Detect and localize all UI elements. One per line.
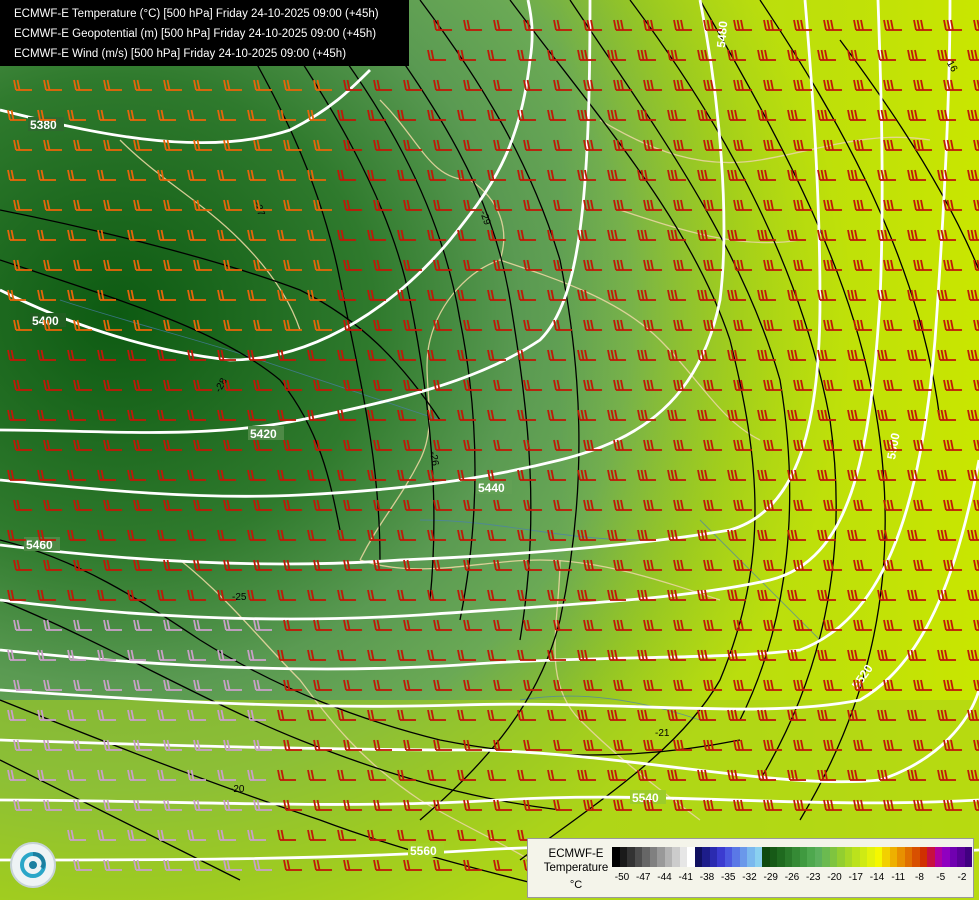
legend-tick-label: -8 bbox=[915, 872, 924, 883]
legend-swatch bbox=[657, 847, 665, 867]
legend-swatch bbox=[619, 847, 627, 867]
legend-swatch bbox=[642, 847, 650, 867]
legend-swatch bbox=[724, 847, 732, 867]
legend-swatch bbox=[717, 847, 725, 867]
legend-swatch bbox=[874, 847, 882, 867]
legend-swatch bbox=[754, 847, 762, 867]
legend-ticks: -50 -47 -44 -41 -38 -35 -32 -29 -26 -23 -20 -17 -14-… bbox=[612, 872, 972, 886]
legend-tick-label: -41 bbox=[678, 872, 693, 883]
legend-swatch bbox=[627, 847, 635, 867]
brand-logo bbox=[10, 842, 56, 888]
legend-swatch bbox=[927, 847, 935, 867]
legend-color-bar bbox=[612, 847, 972, 867]
title-temperature: ECMWF-E Temperature (°C) [500 hPa] Frida… bbox=[14, 8, 379, 20]
legend-swatch bbox=[739, 847, 747, 867]
legend-swatch bbox=[964, 847, 972, 867]
legend-swatch bbox=[762, 847, 770, 867]
legend-swatch bbox=[919, 847, 927, 867]
legend-tick-label: -50 bbox=[614, 872, 630, 883]
legend-swatch bbox=[934, 847, 942, 867]
legend-swatch bbox=[822, 847, 830, 867]
legend-swatch bbox=[814, 847, 822, 867]
legend-title: ECMWF-E Temperature bbox=[536, 847, 616, 875]
legend-swatch bbox=[859, 847, 867, 867]
legend-swatch bbox=[769, 847, 777, 867]
legend-tick-label: -5 bbox=[936, 872, 946, 883]
geopotential-label-5480: 5480 bbox=[714, 20, 730, 48]
legend-swatch bbox=[912, 847, 920, 867]
legend-model: ECMWF-E bbox=[548, 848, 604, 860]
legend-swatch bbox=[694, 847, 702, 867]
temperature-label-6: -21 bbox=[655, 728, 670, 739]
legend-swatch bbox=[634, 847, 642, 867]
legend-swatch bbox=[844, 847, 852, 867]
legend-tick-label: -11 bbox=[891, 872, 906, 883]
legend-swatch bbox=[897, 847, 905, 867]
legend-tick-label: -20 bbox=[827, 872, 842, 883]
geopotential-label-5440: 5440 bbox=[478, 481, 505, 495]
geopotential-label-5420: 5420 bbox=[250, 427, 277, 441]
geopotential-label-5540: 5540 bbox=[632, 791, 659, 805]
legend-swatch bbox=[777, 847, 785, 867]
legend-swatch bbox=[649, 847, 657, 867]
legend-unit: °C bbox=[569, 879, 583, 891]
legend-swatch bbox=[942, 847, 950, 867]
legend-swatch bbox=[904, 847, 912, 867]
temperature-legend: ECMWF-E Temperature °C -50 -47 -44 -41 -38 -3… bbox=[527, 838, 974, 898]
legend-swatch bbox=[837, 847, 845, 867]
legend-swatch bbox=[664, 847, 672, 867]
cyclone-icon bbox=[20, 852, 46, 878]
legend-swatch bbox=[747, 847, 755, 867]
legend-variable: Temperature bbox=[543, 862, 609, 874]
legend-swatch bbox=[732, 847, 740, 867]
legend-swatch bbox=[784, 847, 792, 867]
legend-swatch bbox=[807, 847, 815, 867]
legend-tick-label: -44 bbox=[657, 872, 672, 883]
title-wind: ECMWF-E Wind (m/s) [500 hPa] Friday 24-1… bbox=[14, 48, 347, 60]
temperature-label-4: -25 bbox=[232, 592, 247, 603]
weather-map: 5380 5400 5420 5440 5460 5480 5500 5520 … bbox=[0, 0, 979, 900]
legend-tick-label: -14 bbox=[869, 872, 885, 883]
legend-tick-label: -32 bbox=[742, 872, 757, 883]
legend-swatch bbox=[792, 847, 800, 867]
legend-swatch bbox=[889, 847, 897, 867]
legend-swatch bbox=[867, 847, 875, 867]
legend-tick-label: -23 bbox=[806, 872, 821, 883]
legend-swatch bbox=[852, 847, 860, 867]
map-title-box: ECMWF-E Temperature (°C) [500 hPa] Frida… bbox=[0, 0, 409, 66]
temperature-label-7: -20 bbox=[230, 784, 245, 795]
legend-swatch bbox=[612, 847, 620, 867]
legend-tick-label: -26 bbox=[784, 872, 800, 883]
legend-tick-label: -29 bbox=[763, 872, 778, 883]
legend-swatch bbox=[829, 847, 837, 867]
legend-tick-label: -38 bbox=[699, 872, 715, 883]
title-geopotential: ECMWF-E Geopotential (m) [500 hPa] Frida… bbox=[14, 28, 377, 40]
legend-swatch bbox=[709, 847, 717, 867]
legend-tick-label: -2 bbox=[957, 872, 967, 883]
legend-swatch bbox=[799, 847, 807, 867]
legend-swatch bbox=[957, 847, 965, 867]
legend-swatch bbox=[679, 847, 687, 867]
legend-swatch bbox=[702, 847, 710, 867]
legend-swatch bbox=[672, 847, 680, 867]
legend-tick-label: -35 bbox=[721, 872, 736, 883]
legend-swatch bbox=[687, 847, 695, 867]
legend-swatch bbox=[882, 847, 890, 867]
geopotential-label-5560: 5560 bbox=[410, 844, 437, 858]
legend-tick-label: -17 bbox=[848, 872, 863, 883]
legend-swatch bbox=[949, 847, 957, 867]
legend-tick-label: -47 bbox=[636, 872, 651, 883]
